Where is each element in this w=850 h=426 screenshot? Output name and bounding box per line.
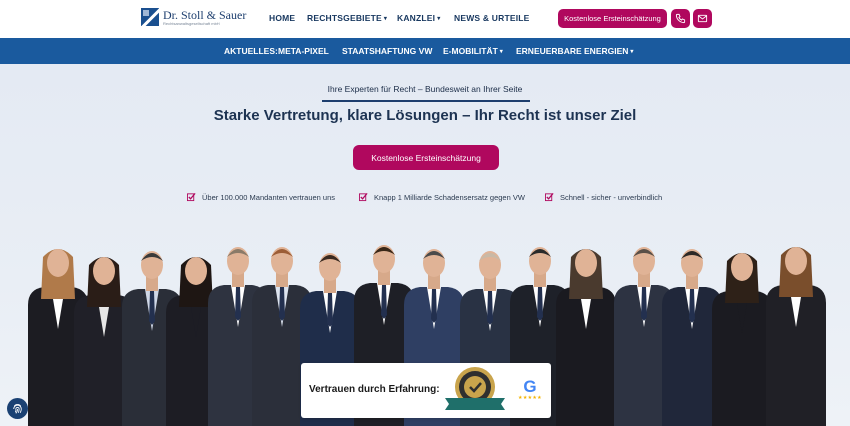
hero-cta-button[interactable]: Kostenlose Ersteinschätzung	[353, 145, 499, 170]
news-item-label: META-PIXEL	[278, 46, 329, 56]
nav-rechtsgebiete[interactable]: RECHTSGEBIETE ▾	[307, 13, 387, 23]
proven-expert-badge-icon	[445, 367, 505, 410]
feature-item: Knapp 1 Milliarde Schadensersatz gegen V…	[359, 192, 525, 202]
check-icon	[187, 192, 196, 202]
check-icon	[359, 192, 368, 202]
logo-name: Dr. Stoll & Sauer	[163, 7, 247, 22]
feature-label: Knapp 1 Milliarde Schadensersatz gegen V…	[374, 192, 525, 202]
chevron-down-icon: ▾	[499, 48, 503, 55]
mail-icon	[697, 14, 708, 23]
chevron-down-icon: ▾	[630, 48, 634, 55]
google-icon: G	[523, 377, 537, 396]
star-rating-icon: ★★★★★	[518, 395, 542, 401]
feature-item: Schnell - sicher - unverbindlich	[545, 192, 662, 202]
news-bar-prefix-label: AKTUELLES:	[224, 46, 278, 56]
privacy-settings-button[interactable]	[7, 398, 28, 419]
trust-label: Vertrauen durch Erfahrung:	[309, 384, 440, 395]
nav-news-urteile[interactable]: NEWS & URTEILE	[454, 13, 530, 23]
news-bar: AKTUELLES: META-PIXEL STAATSHAFTUNG VW E…	[0, 38, 850, 64]
feature-item: Über 100.000 Mandanten vertrauen uns	[187, 192, 335, 202]
mail-button[interactable]	[693, 9, 712, 28]
news-item-staatshaftung-vw[interactable]: STAATSHAFTUNG VW	[342, 46, 432, 56]
logo-subtitle: Rechtsanwaltsgesellschaft mbH	[163, 20, 220, 26]
tagline-divider	[322, 100, 530, 102]
news-item-meta-pixel[interactable]: META-PIXEL	[278, 46, 329, 56]
header-cta-button[interactable]: Kostenlose Ersteinschätzung	[558, 9, 667, 28]
logo[interactable]: Dr. Stoll & Sauer Rechtsanwaltsgesellsch…	[141, 8, 246, 26]
phone-button[interactable]	[671, 9, 690, 28]
proven-expert-seal[interactable]	[443, 365, 507, 415]
news-item-e-mobilitaet[interactable]: E-MOBILITÄT ▾	[443, 46, 503, 56]
nav-label: RECHTSGEBIETE	[307, 13, 382, 23]
logo-mark-icon	[141, 8, 159, 26]
chevron-down-icon: ▾	[383, 15, 388, 22]
news-item-erneuerbare-energien[interactable]: ERNEUERBARE ENERGIEN ▾	[516, 46, 633, 56]
feature-label: Schnell - sicher - unverbindlich	[560, 192, 663, 202]
check-icon	[545, 192, 554, 202]
nav-label: NEWS & URTEILE	[454, 13, 530, 23]
site-header: Dr. Stoll & Sauer Rechtsanwaltsgesellsch…	[0, 0, 850, 38]
feature-label: Über 100.000 Mandanten vertrauen uns	[202, 192, 336, 202]
news-item-label: STAATSHAFTUNG VW	[342, 46, 433, 56]
google-rating[interactable]: G ★★★★★	[516, 378, 544, 401]
team-member	[556, 249, 616, 426]
news-bar-prefix: AKTUELLES:	[224, 46, 278, 56]
news-item-label: E-MOBILITÄT	[443, 46, 498, 56]
nav-kanzlei[interactable]: KANZLEI ▾	[397, 13, 440, 23]
phone-icon	[675, 13, 686, 24]
chevron-down-icon: ▾	[437, 15, 441, 22]
hero-headline: Starke Vertretung, klare Lösungen – Ihr …	[213, 107, 637, 124]
trust-box: Vertrauen durch Erfahrung:	[301, 363, 551, 418]
news-item-label: ERNEUERBARE ENERGIEN	[516, 46, 629, 56]
nav-home[interactable]: HOME	[269, 13, 295, 23]
nav-label: HOME	[269, 13, 296, 23]
nav-label: KANZLEI	[397, 13, 436, 23]
team-member	[712, 253, 772, 426]
team-member	[766, 247, 826, 426]
hero-tagline: Ihre Experten für Recht – Bundesweit an …	[327, 84, 523, 94]
fingerprint-icon	[13, 404, 22, 414]
